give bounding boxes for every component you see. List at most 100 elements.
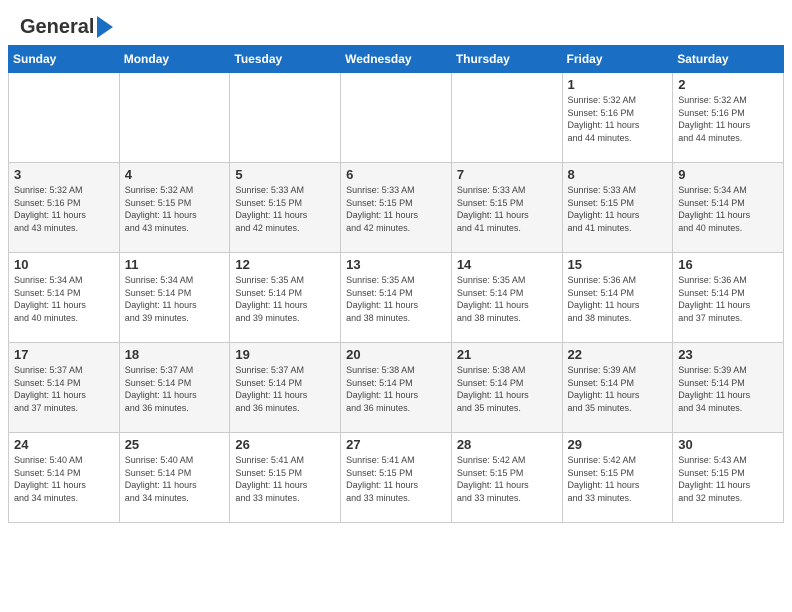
calendar-week-row: 1Sunrise: 5:32 AM Sunset: 5:16 PM Daylig… xyxy=(9,73,784,163)
day-number: 16 xyxy=(678,257,778,272)
calendar-body: 1Sunrise: 5:32 AM Sunset: 5:16 PM Daylig… xyxy=(9,73,784,523)
day-info: Sunrise: 5:32 AM Sunset: 5:15 PM Dayligh… xyxy=(125,184,225,234)
day-info: Sunrise: 5:32 AM Sunset: 5:16 PM Dayligh… xyxy=(678,94,778,144)
calendar-day-cell: 24Sunrise: 5:40 AM Sunset: 5:14 PM Dayli… xyxy=(9,433,120,523)
day-number: 4 xyxy=(125,167,225,182)
calendar-day-cell: 10Sunrise: 5:34 AM Sunset: 5:14 PM Dayli… xyxy=(9,253,120,343)
calendar-day-cell: 28 Sunrise: 5:42 AM Sunset: 5:15 PM Dayli… xyxy=(451,433,562,523)
calendar-day-cell xyxy=(451,73,562,163)
calendar-week-row: 17 Sunrise: 5:37 AM Sunset: 5:14 PM Dayli… xyxy=(9,343,784,433)
calendar-day-cell: 7 Sunrise: 5:33 AM Sunset: 5:15 PM Daylig… xyxy=(451,163,562,253)
day-number: 13 xyxy=(346,257,446,272)
day-number: 30 xyxy=(678,437,778,452)
day-info: Sunrise: 5:39 AM Sunset: 5:14 PM Dayligh… xyxy=(678,364,778,414)
day-number: 23 xyxy=(678,347,778,362)
day-number: 10 xyxy=(14,257,114,272)
calendar-day-cell: 17 Sunrise: 5:37 AM Sunset: 5:14 PM Dayli… xyxy=(9,343,120,433)
day-info: Sunrise: 5:40 AM Sunset: 5:14 PM Dayligh… xyxy=(125,454,225,504)
day-info: Sunrise: 5:37 AM Sunset: 5:14 PM Dayligh… xyxy=(125,364,225,414)
calendar-day-cell: 9Sunrise: 5:34 AM Sunset: 5:14 PM Daylig… xyxy=(673,163,784,253)
weekday-header-cell: Wednesday xyxy=(341,46,452,73)
day-number: 11 xyxy=(125,257,225,272)
calendar-day-cell: 16 Sunrise: 5:36 AM Sunset: 5:14 PM Dayli… xyxy=(673,253,784,343)
weekday-header-cell: Sunday xyxy=(9,46,120,73)
day-info: Sunrise: 5:39 AM Sunset: 5:14 PM Dayligh… xyxy=(568,364,668,414)
calendar-day-cell: 30 Sunrise: 5:43 AM Sunset: 5:15 PM Dayli… xyxy=(673,433,784,523)
day-number: 2 xyxy=(678,77,778,92)
weekday-header-cell: Saturday xyxy=(673,46,784,73)
calendar-day-cell xyxy=(341,73,452,163)
day-number: 7 xyxy=(457,167,557,182)
day-info: Sunrise: 5:38 AM Sunset: 5:14 PM Dayligh… xyxy=(346,364,446,414)
day-info: Sunrise: 5:33 AM Sunset: 5:15 PM Dayligh… xyxy=(457,184,557,234)
calendar-day-cell: 21 Sunrise: 5:38 AM Sunset: 5:14 PM Dayli… xyxy=(451,343,562,433)
day-number: 17 xyxy=(14,347,114,362)
logo-arrow-icon xyxy=(97,16,113,38)
calendar-day-cell: 26Sunrise: 5:41 AM Sunset: 5:15 PM Dayli… xyxy=(230,433,341,523)
weekday-header-cell: Tuesday xyxy=(230,46,341,73)
day-number: 22 xyxy=(568,347,668,362)
day-info: Sunrise: 5:33 AM Sunset: 5:15 PM Dayligh… xyxy=(568,184,668,234)
calendar-day-cell: 29Sunrise: 5:42 AM Sunset: 5:15 PM Dayli… xyxy=(562,433,673,523)
calendar-day-cell: 25 Sunrise: 5:40 AM Sunset: 5:14 PM Dayli… xyxy=(119,433,230,523)
day-info: Sunrise: 5:41 AM Sunset: 5:15 PM Dayligh… xyxy=(346,454,446,504)
calendar-day-cell: 18 Sunrise: 5:37 AM Sunset: 5:14 PM Dayli… xyxy=(119,343,230,433)
day-number: 14 xyxy=(457,257,557,272)
day-info: Sunrise: 5:38 AM Sunset: 5:14 PM Dayligh… xyxy=(457,364,557,414)
calendar-day-cell: 14 Sunrise: 5:35 AM Sunset: 5:14 PM Dayli… xyxy=(451,253,562,343)
calendar-week-row: 3Sunrise: 5:32 AM Sunset: 5:16 PM Daylig… xyxy=(9,163,784,253)
day-info: Sunrise: 5:33 AM Sunset: 5:15 PM Dayligh… xyxy=(346,184,446,234)
day-info: Sunrise: 5:32 AM Sunset: 5:16 PM Dayligh… xyxy=(14,184,114,234)
day-number: 25 xyxy=(125,437,225,452)
day-info: Sunrise: 5:43 AM Sunset: 5:15 PM Dayligh… xyxy=(678,454,778,504)
calendar-week-row: 10 Sunrise: 5:34 AM Sunset: 5:14 PM Dayli… xyxy=(9,253,784,343)
calendar-day-cell: 4 Sunrise: 5:32 AM Sunset: 5:15 PM Daylig… xyxy=(119,163,230,253)
day-info: Sunrise: 5:36 AM Sunset: 5:14 PM Dayligh… xyxy=(568,274,668,324)
weekday-header-cell: Thursday xyxy=(451,46,562,73)
weekday-header-cell: Friday xyxy=(562,46,673,73)
day-info: Sunrise: 5:33 AM Sunset: 5:15 PM Dayligh… xyxy=(235,184,335,234)
logo: General xyxy=(20,16,113,37)
day-info: Sunrise: 5:42 AM Sunset: 5:15 PM Dayligh… xyxy=(457,454,557,504)
day-number: 15 xyxy=(568,257,668,272)
day-info: Sunrise: 5:41 AM Sunset: 5:15 PM Dayligh… xyxy=(235,454,335,504)
day-info: Sunrise: 5:35 AM Sunset: 5:14 PM Dayligh… xyxy=(457,274,557,324)
weekday-header-cell: Monday xyxy=(119,46,230,73)
calendar-day-cell: 13Sunrise: 5:35 AM Sunset: 5:14 PM Dayli… xyxy=(341,253,452,343)
calendar-day-cell: 11 Sunrise: 5:34 AM Sunset: 5:14 PM Dayli… xyxy=(119,253,230,343)
calendar-day-cell: 23 Sunrise: 5:39 AM Sunset: 5:14 PM Dayli… xyxy=(673,343,784,433)
calendar-week-row: 24 Sunrise: 5:40 AM Sunset: 5:14 PM Dayli… xyxy=(9,433,784,523)
calendar-day-cell: 5Sunrise: 5:33 AM Sunset: 5:15 PM Daylig… xyxy=(230,163,341,253)
calendar-day-cell: 1Sunrise: 5:32 AM Sunset: 5:16 PM Daylig… xyxy=(562,73,673,163)
day-info: Sunrise: 5:32 AM Sunset: 5:16 PM Dayligh… xyxy=(568,94,668,144)
day-info: Sunrise: 5:37 AM Sunset: 5:14 PM Dayligh… xyxy=(235,364,335,414)
day-number: 12 xyxy=(235,257,335,272)
calendar-day-cell: 8 Sunrise: 5:33 AM Sunset: 5:15 PM Daylig… xyxy=(562,163,673,253)
day-number: 19 xyxy=(235,347,335,362)
weekday-header-row: SundayMondayTuesdayWednesdayThursdayFrid… xyxy=(9,46,784,73)
logo-general: General xyxy=(20,16,94,39)
day-number: 18 xyxy=(125,347,225,362)
day-info: Sunrise: 5:35 AM Sunset: 5:14 PM Dayligh… xyxy=(235,274,335,324)
day-number: 8 xyxy=(568,167,668,182)
day-number: 20 xyxy=(346,347,446,362)
day-number: 6 xyxy=(346,167,446,182)
calendar-table: SundayMondayTuesdayWednesdayThursdayFrid… xyxy=(8,45,784,523)
day-number: 9 xyxy=(678,167,778,182)
calendar-day-cell: 15 Sunrise: 5:36 AM Sunset: 5:14 PM Dayli… xyxy=(562,253,673,343)
day-number: 27 xyxy=(346,437,446,452)
page-header: General xyxy=(0,0,792,45)
calendar-day-cell: 2 Sunrise: 5:32 AM Sunset: 5:16 PM Daylig… xyxy=(673,73,784,163)
day-info: Sunrise: 5:42 AM Sunset: 5:15 PM Dayligh… xyxy=(568,454,668,504)
calendar-day-cell xyxy=(230,73,341,163)
calendar-day-cell: 22 Sunrise: 5:39 AM Sunset: 5:14 PM Dayli… xyxy=(562,343,673,433)
calendar-day-cell: 12 Sunrise: 5:35 AM Sunset: 5:14 PM Dayli… xyxy=(230,253,341,343)
day-number: 28 xyxy=(457,437,557,452)
day-number: 24 xyxy=(14,437,114,452)
day-info: Sunrise: 5:37 AM Sunset: 5:14 PM Dayligh… xyxy=(14,364,114,414)
calendar-day-cell xyxy=(119,73,230,163)
day-number: 21 xyxy=(457,347,557,362)
day-info: Sunrise: 5:34 AM Sunset: 5:14 PM Dayligh… xyxy=(125,274,225,324)
calendar-day-cell: 3Sunrise: 5:32 AM Sunset: 5:16 PM Daylig… xyxy=(9,163,120,253)
day-info: Sunrise: 5:36 AM Sunset: 5:14 PM Dayligh… xyxy=(678,274,778,324)
